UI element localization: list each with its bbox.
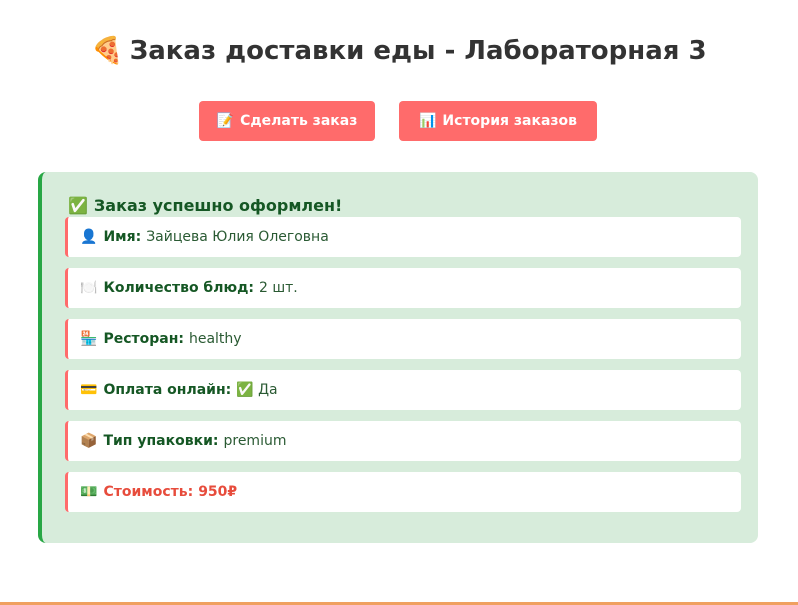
success-title: ✅ Заказ успешно оформлен! xyxy=(68,196,342,215)
person-icon: 👤 xyxy=(80,229,98,245)
detail-value: 2 шт. xyxy=(258,280,298,296)
detail-label: Количество блюд: xyxy=(103,280,254,296)
detail-row-dish-count: 🍽️ Количество блюд: 2 шт. xyxy=(65,268,741,308)
money-icon: 💵 xyxy=(80,484,98,500)
detail-row-online-payment: 💳 Оплата онлайн: ✅ Да xyxy=(65,370,741,410)
detail-label: Тип упаковки: xyxy=(103,433,219,449)
package-icon: 📦 xyxy=(80,433,98,449)
detail-label: Имя: xyxy=(103,229,142,245)
credit-card-icon: 💳 xyxy=(80,382,98,398)
make-order-button[interactable]: 📝 Сделать заказ xyxy=(199,101,375,141)
detail-row-name: 👤 Имя: Зайцева Юлия Олеговна xyxy=(65,217,741,257)
order-history-label: История заказов xyxy=(442,113,578,129)
page-title: 🍕 Заказ доставки еды - Лабораторная 3 xyxy=(0,36,798,66)
page-title-text: Заказ доставки еды - Лабораторная 3 xyxy=(129,36,707,66)
store-icon: 🏪 xyxy=(80,331,98,347)
plate-icon: 🍽️ xyxy=(80,280,98,296)
detail-value: Зайцева Юлия Олеговна xyxy=(146,229,329,245)
detail-label: Стоимость: xyxy=(103,484,194,500)
detail-row-packaging: 📦 Тип упаковки: premium xyxy=(65,421,741,461)
success-title-text: Заказ успешно оформлен! xyxy=(93,196,343,215)
detail-label: Ресторан: xyxy=(103,331,184,347)
order-success-panel: ✅ Заказ успешно оформлен! 👤 Имя: Зайцева … xyxy=(38,172,758,543)
detail-label: Оплата онлайн: xyxy=(103,382,232,398)
order-history-button[interactable]: 📊 История заказов xyxy=(399,101,597,141)
page: 🍕 Заказ доставки еды - Лабораторная 3 📝 С… xyxy=(0,0,798,605)
detail-row-restaurant: 🏪 Ресторан: healthy xyxy=(65,319,741,359)
chart-icon: 📊 xyxy=(418,113,437,129)
detail-value: ✅ Да xyxy=(236,382,278,398)
memo-icon: 📝 xyxy=(216,113,235,129)
detail-row-price: 💵 Стоимость: 950₽ xyxy=(65,472,741,512)
detail-value: premium xyxy=(223,433,287,449)
detail-value: healthy xyxy=(188,331,242,347)
check-mark-icon: ✅ xyxy=(68,196,88,215)
pizza-icon: 🍕 xyxy=(91,36,124,66)
detail-value: 950₽ xyxy=(198,484,238,500)
make-order-label: Сделать заказ xyxy=(240,113,358,129)
